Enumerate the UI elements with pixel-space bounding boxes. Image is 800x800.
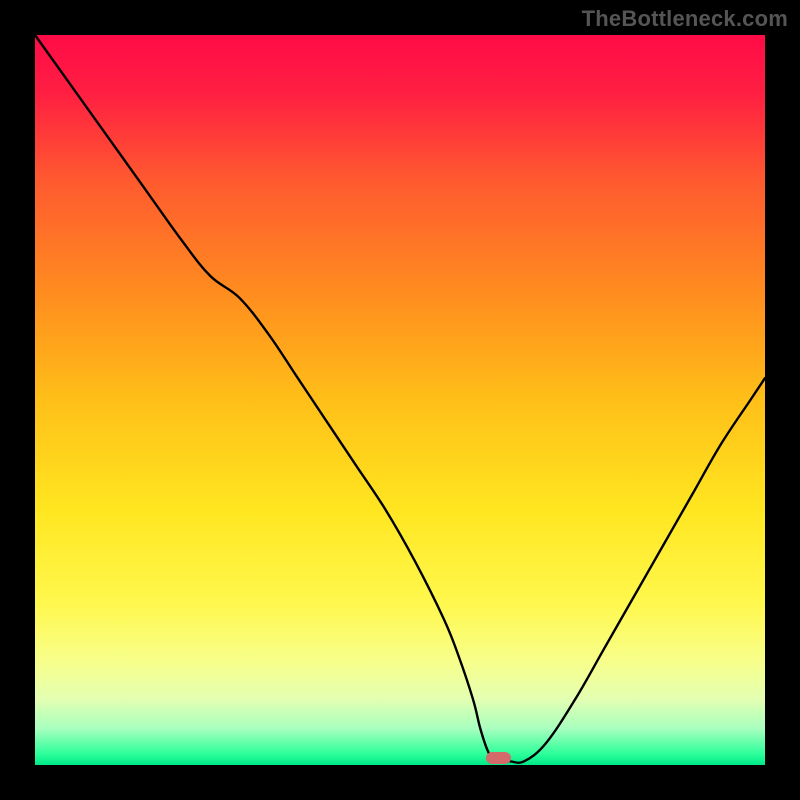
optimal-marker xyxy=(486,752,511,764)
chart-background xyxy=(35,35,765,765)
bottleneck-chart xyxy=(35,35,765,765)
watermark-text: TheBottleneck.com xyxy=(582,6,788,32)
chart-frame: TheBottleneck.com xyxy=(0,0,800,800)
